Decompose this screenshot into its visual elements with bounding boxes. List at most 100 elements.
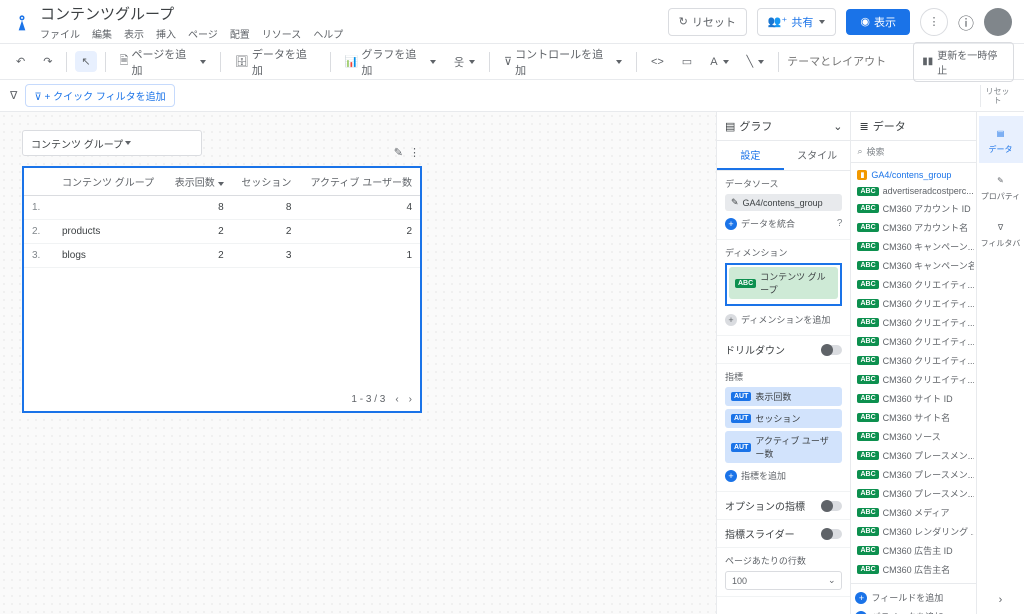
content-group-selector[interactable]: コンテンツ グループ <box>22 130 202 156</box>
user-avatar[interactable] <box>984 8 1012 36</box>
field-item[interactable]: ABCCM360 サイト ID <box>853 389 974 408</box>
canvas-area[interactable]: コンテンツ グループ ✎ ⋮ コンテンツ グループ 表示回数 セッション アクテ… <box>0 112 716 614</box>
field-item[interactable]: ABCCM360 クリエイティ... <box>853 313 974 332</box>
menu-edit[interactable]: 編集 <box>92 26 112 41</box>
next-page-icon[interactable]: › <box>409 394 412 405</box>
url-embed-icon[interactable]: <> <box>645 52 670 72</box>
chart-panel-header[interactable]: ▤ グラフ ⌄ <box>717 112 850 141</box>
reset-button[interactable]: ↻ リセット <box>668 8 747 36</box>
rail-data[interactable]: ▤ データ <box>979 116 1023 163</box>
view-button[interactable]: ◉ 表示 <box>846 9 910 35</box>
metric-slider-toggle[interactable] <box>822 529 842 539</box>
field-item[interactable]: ABCCM360 プレースメン... <box>853 465 974 484</box>
col-group[interactable]: コンテンツ グループ <box>54 168 165 196</box>
drilldown-toggle[interactable] <box>822 345 842 355</box>
tab-style[interactable]: スタイル <box>784 141 851 170</box>
add-param-link[interactable]: +パラメータを追加 <box>855 607 972 614</box>
field-item[interactable]: ABCCM360 プレースメン... <box>853 484 974 503</box>
dimension-chip[interactable]: ABCコンテンツ グループ <box>729 267 838 299</box>
chevron-down-icon: ⌄ <box>833 120 842 133</box>
pencil-rail-icon: ✎ <box>992 171 1010 189</box>
metric-chip-3[interactable]: AUTアクティブ ユーザー数 <box>725 431 842 463</box>
optional-metric-toggle[interactable] <box>822 501 842 511</box>
rail-filterbar[interactable]: ∇ フィルタバ <box>979 210 1023 257</box>
col-views[interactable]: 表示回数 <box>165 168 232 196</box>
app-logo <box>12 12 32 32</box>
field-item[interactable]: ABCCM360 広告主名 <box>853 560 974 579</box>
menu-resource[interactable]: リソース <box>262 26 302 41</box>
menu-view[interactable]: 表示 <box>124 26 144 41</box>
field-item[interactable]: ABCCM360 メディア <box>853 503 974 522</box>
table-row[interactable]: 3.blogs231 <box>24 244 420 268</box>
tab-settings[interactable]: 設定 <box>717 141 784 170</box>
add-dimension-link[interactable]: +ディメンションを追加 <box>725 310 842 329</box>
add-metric-link[interactable]: +指標を追加 <box>725 466 842 485</box>
table-row[interactable]: 2.products222 <box>24 220 420 244</box>
pointer-tool[interactable]: ↖ <box>75 51 96 72</box>
redo-button[interactable]: ↷ <box>37 51 58 72</box>
field-item[interactable]: ABCCM360 ソース <box>853 427 974 446</box>
more-menu-button[interactable]: ⋮ <box>920 8 948 36</box>
theme-input[interactable] <box>787 56 907 68</box>
col-users[interactable]: アクティブ ユーザー数 <box>299 168 420 196</box>
filter-reset-button[interactable]: リセット <box>980 85 1014 107</box>
optional-metric-label: オプションの指標 <box>725 498 805 513</box>
datasource-field[interactable]: ▮GA4/contens_group <box>853 167 974 183</box>
field-item[interactable]: ABCCM360 アカウント ID <box>853 199 974 218</box>
image-icon[interactable]: ▭ <box>676 51 698 72</box>
table-chart-icon: ▤ <box>725 120 735 133</box>
menu-page[interactable]: ページ <box>188 26 218 41</box>
field-search[interactable]: ⌕ 検索 <box>851 141 976 163</box>
menu-file[interactable]: ファイル <box>40 26 80 41</box>
menu-arrange[interactable]: 配置 <box>230 26 250 41</box>
field-item[interactable]: ABCCM360 プレースメン... <box>853 446 974 465</box>
metric-chip-1[interactable]: AUT表示回数 <box>725 387 842 406</box>
text-icon[interactable]: A <box>704 52 734 72</box>
share-button[interactable]: 👥⁺ 共有 <box>757 8 837 36</box>
table-row[interactable]: 1.884 <box>24 196 420 220</box>
add-field-link[interactable]: +フィールドを追加 <box>855 588 972 607</box>
col-sessions[interactable]: セッション <box>232 168 300 196</box>
dimension-highlight-box: ABCコンテンツ グループ <box>725 263 842 306</box>
field-item[interactable]: ABCCM360 キャンペーン... <box>853 237 974 256</box>
menu-bar: ファイル 編集 表示 挿入 ページ 配置 リソース ヘルプ <box>40 26 668 41</box>
pause-updates-button[interactable]: ▮▮ 更新を一時停止 <box>913 42 1014 82</box>
help-icon[interactable]: ⓘ <box>958 10 974 34</box>
field-item[interactable]: ABCCM360 クリエイティ... <box>853 351 974 370</box>
add-control-button[interactable]: ⊽ コントロールを追加 <box>498 42 628 82</box>
prev-page-icon[interactable]: ‹ <box>395 394 398 405</box>
line-icon[interactable]: ╲ <box>741 51 771 72</box>
community-viz-button[interactable]: 웃 <box>448 50 481 74</box>
rail-expand-icon[interactable]: › <box>999 594 1003 606</box>
rail-properties[interactable]: ✎ プロパティ <box>979 163 1023 210</box>
quick-filter-button[interactable]: ⊽ + クイック フィルタを追加 <box>25 84 174 107</box>
add-page-button[interactable]: 🗎 ページを追加 <box>114 42 212 82</box>
more-icon[interactable]: ⋮ <box>409 146 420 159</box>
metric-chip-2[interactable]: AUTセッション <box>725 409 842 428</box>
datasource-label: データソース <box>725 177 842 190</box>
field-item[interactable]: ABCCM360 クリエイティ... <box>853 275 974 294</box>
field-item[interactable]: ABCCM360 クリエイティ... <box>853 294 974 313</box>
help-icon[interactable]: ? <box>837 218 843 229</box>
rows-per-page-select[interactable]: 100⌄ <box>725 571 842 590</box>
field-item[interactable]: ABCCM360 サイト名 <box>853 408 974 427</box>
pencil-icon: ✎ <box>731 197 739 208</box>
document-title[interactable]: コンテンツグループ <box>40 3 668 24</box>
rows-per-page-label: ページあたりの行数 <box>725 554 842 567</box>
field-item[interactable]: ABCCM360 クリエイティ... <box>853 332 974 351</box>
field-item[interactable]: ABCCM360 キャンペーン名 <box>853 256 974 275</box>
undo-button[interactable]: ↶ <box>10 51 31 72</box>
field-item[interactable]: ABCCM360 クリエイティ... <box>853 370 974 389</box>
field-item[interactable]: ABCCM360 広告主 ID <box>853 541 974 560</box>
field-item[interactable]: ABCadvertiseradcostperc... <box>853 183 974 199</box>
pencil-icon[interactable]: ✎ <box>394 146 403 159</box>
field-item[interactable]: ABCCM360 アカウント名 <box>853 218 974 237</box>
menu-insert[interactable]: 挿入 <box>156 26 176 41</box>
field-item[interactable]: ABCCM360 レンダリング ... <box>853 522 974 541</box>
menu-help[interactable]: ヘルプ <box>313 26 343 41</box>
add-data-button[interactable]: 🗄 データを追加 <box>229 42 322 82</box>
add-chart-button[interactable]: 📊 グラフを追加 <box>339 42 442 82</box>
table-chart[interactable]: ✎ ⋮ コンテンツ グループ 表示回数 セッション アクティブ ユーザー数 1.… <box>22 166 422 413</box>
blend-data-link[interactable]: +データを統合 <box>725 214 795 233</box>
datasource-chip[interactable]: ✎GA4/contens_group <box>725 194 842 211</box>
